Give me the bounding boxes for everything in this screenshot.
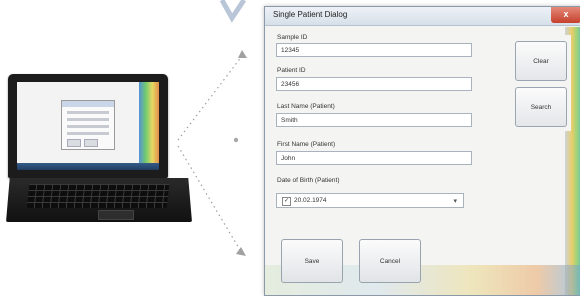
first-name-input[interactable]: John: [276, 151, 472, 165]
laptop-screen: [17, 82, 159, 170]
mini-taskbar: [17, 163, 159, 170]
calendar-dropdown-icon[interactable]: ▾: [453, 195, 457, 209]
close-button[interactable]: x: [551, 7, 580, 23]
laptop-touchpad: [98, 210, 134, 220]
clear-button[interactable]: Clear: [515, 41, 567, 81]
date-enabled-checkbox[interactable]: ✓: [282, 197, 291, 206]
first-name-label: First Name (Patient): [277, 141, 336, 148]
sample-id-label: Sample ID: [277, 34, 308, 41]
search-button[interactable]: Search: [515, 87, 567, 127]
mini-field: [67, 132, 109, 135]
laptop-lid: [8, 74, 168, 178]
laptop-illustration: [6, 74, 194, 224]
patient-id-input[interactable]: 23456: [276, 77, 472, 91]
date-of-birth-label: Date of Birth (Patient): [277, 177, 340, 184]
laptop-keyboard: [26, 184, 170, 208]
dialog-title: Single Patient Dialog: [273, 10, 348, 19]
mini-field: [67, 118, 109, 121]
side-button-panel: Clear Search: [515, 35, 571, 131]
mini-field: [67, 125, 109, 128]
patient-id-label: Patient ID: [277, 67, 306, 74]
mini-titlebar: [62, 101, 114, 107]
close-icon: x: [563, 9, 569, 19]
mini-button: [67, 139, 81, 147]
date-of-birth-picker[interactable]: ✓ 20.02.1974 ▾: [276, 193, 464, 208]
mini-dialog-thumbnail: [61, 100, 115, 150]
last-name-label: Last Name (Patient): [277, 103, 335, 110]
callout-dot: [233, 137, 239, 143]
mini-gradient-panel: [139, 82, 159, 170]
single-patient-dialog: Single Patient Dialog x Sample ID 12345 …: [264, 6, 580, 296]
mini-field: [67, 111, 109, 114]
dialog-titlebar[interactable]: Single Patient Dialog x: [265, 7, 580, 26]
chevron-down-icon: [219, 0, 247, 23]
mini-button: [84, 139, 98, 147]
save-button[interactable]: Save: [281, 239, 343, 283]
arrow-up-icon: [238, 50, 247, 58]
sample-id-input[interactable]: 12345: [276, 43, 472, 57]
date-of-birth-value: 20.02.1974: [294, 197, 327, 204]
arrow-down-icon: [236, 247, 246, 256]
cancel-button[interactable]: Cancel: [359, 239, 421, 283]
last-name-input[interactable]: Smith: [276, 113, 472, 127]
